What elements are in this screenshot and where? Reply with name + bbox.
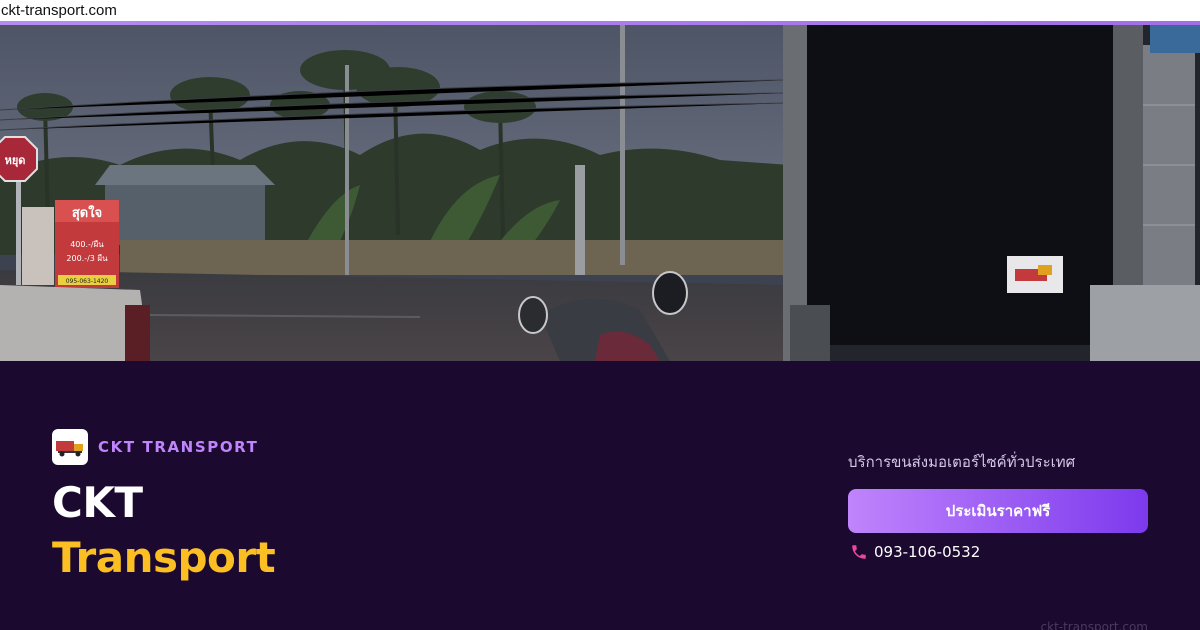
url-text: ckt-transport.com	[1, 2, 117, 19]
footer-domain: ckt-transport.com	[1040, 620, 1148, 630]
hero-image: หยุด สุดใจ 400.-/ผืน 200.-/3 ผืน 095-063…	[0, 25, 1200, 361]
phone-number: 093-106-0532	[874, 543, 981, 561]
free-quote-button-label: ประเมินราคาฟรี	[945, 502, 1051, 520]
service-tagline: บริการขนส่งมอเตอร์ไซค์ทั่วประเทศ	[848, 453, 1076, 471]
shop-sign-phone: 095-063-1420	[66, 278, 109, 285]
page-title-line-1: CKT	[52, 478, 143, 527]
stop-sign-text: หยุด	[5, 154, 26, 168]
shop-sign-price-2: 200.-/3 ผืน	[66, 254, 108, 263]
ckt-logo-icon	[52, 429, 88, 465]
shop-sign-price-1: 400.-/ผืน	[70, 240, 104, 249]
brand-row: CKT TRANSPORT	[52, 429, 259, 465]
phone-contact[interactable]: 093-106-0532	[850, 543, 980, 561]
phone-icon	[850, 543, 868, 561]
page-title-line-2: Transport	[52, 533, 276, 582]
free-quote-button[interactable]: ประเมินราคาฟรี	[848, 489, 1148, 533]
hero-photo-illustration: หยุด สุดใจ 400.-/ผืน 200.-/3 ผืน 095-063…	[0, 25, 1200, 361]
shop-sign-title: สุดใจ	[72, 204, 102, 221]
brand-name: CKT TRANSPORT	[98, 438, 259, 456]
browser-url-bar[interactable]: ckt-transport.com	[0, 0, 1200, 21]
